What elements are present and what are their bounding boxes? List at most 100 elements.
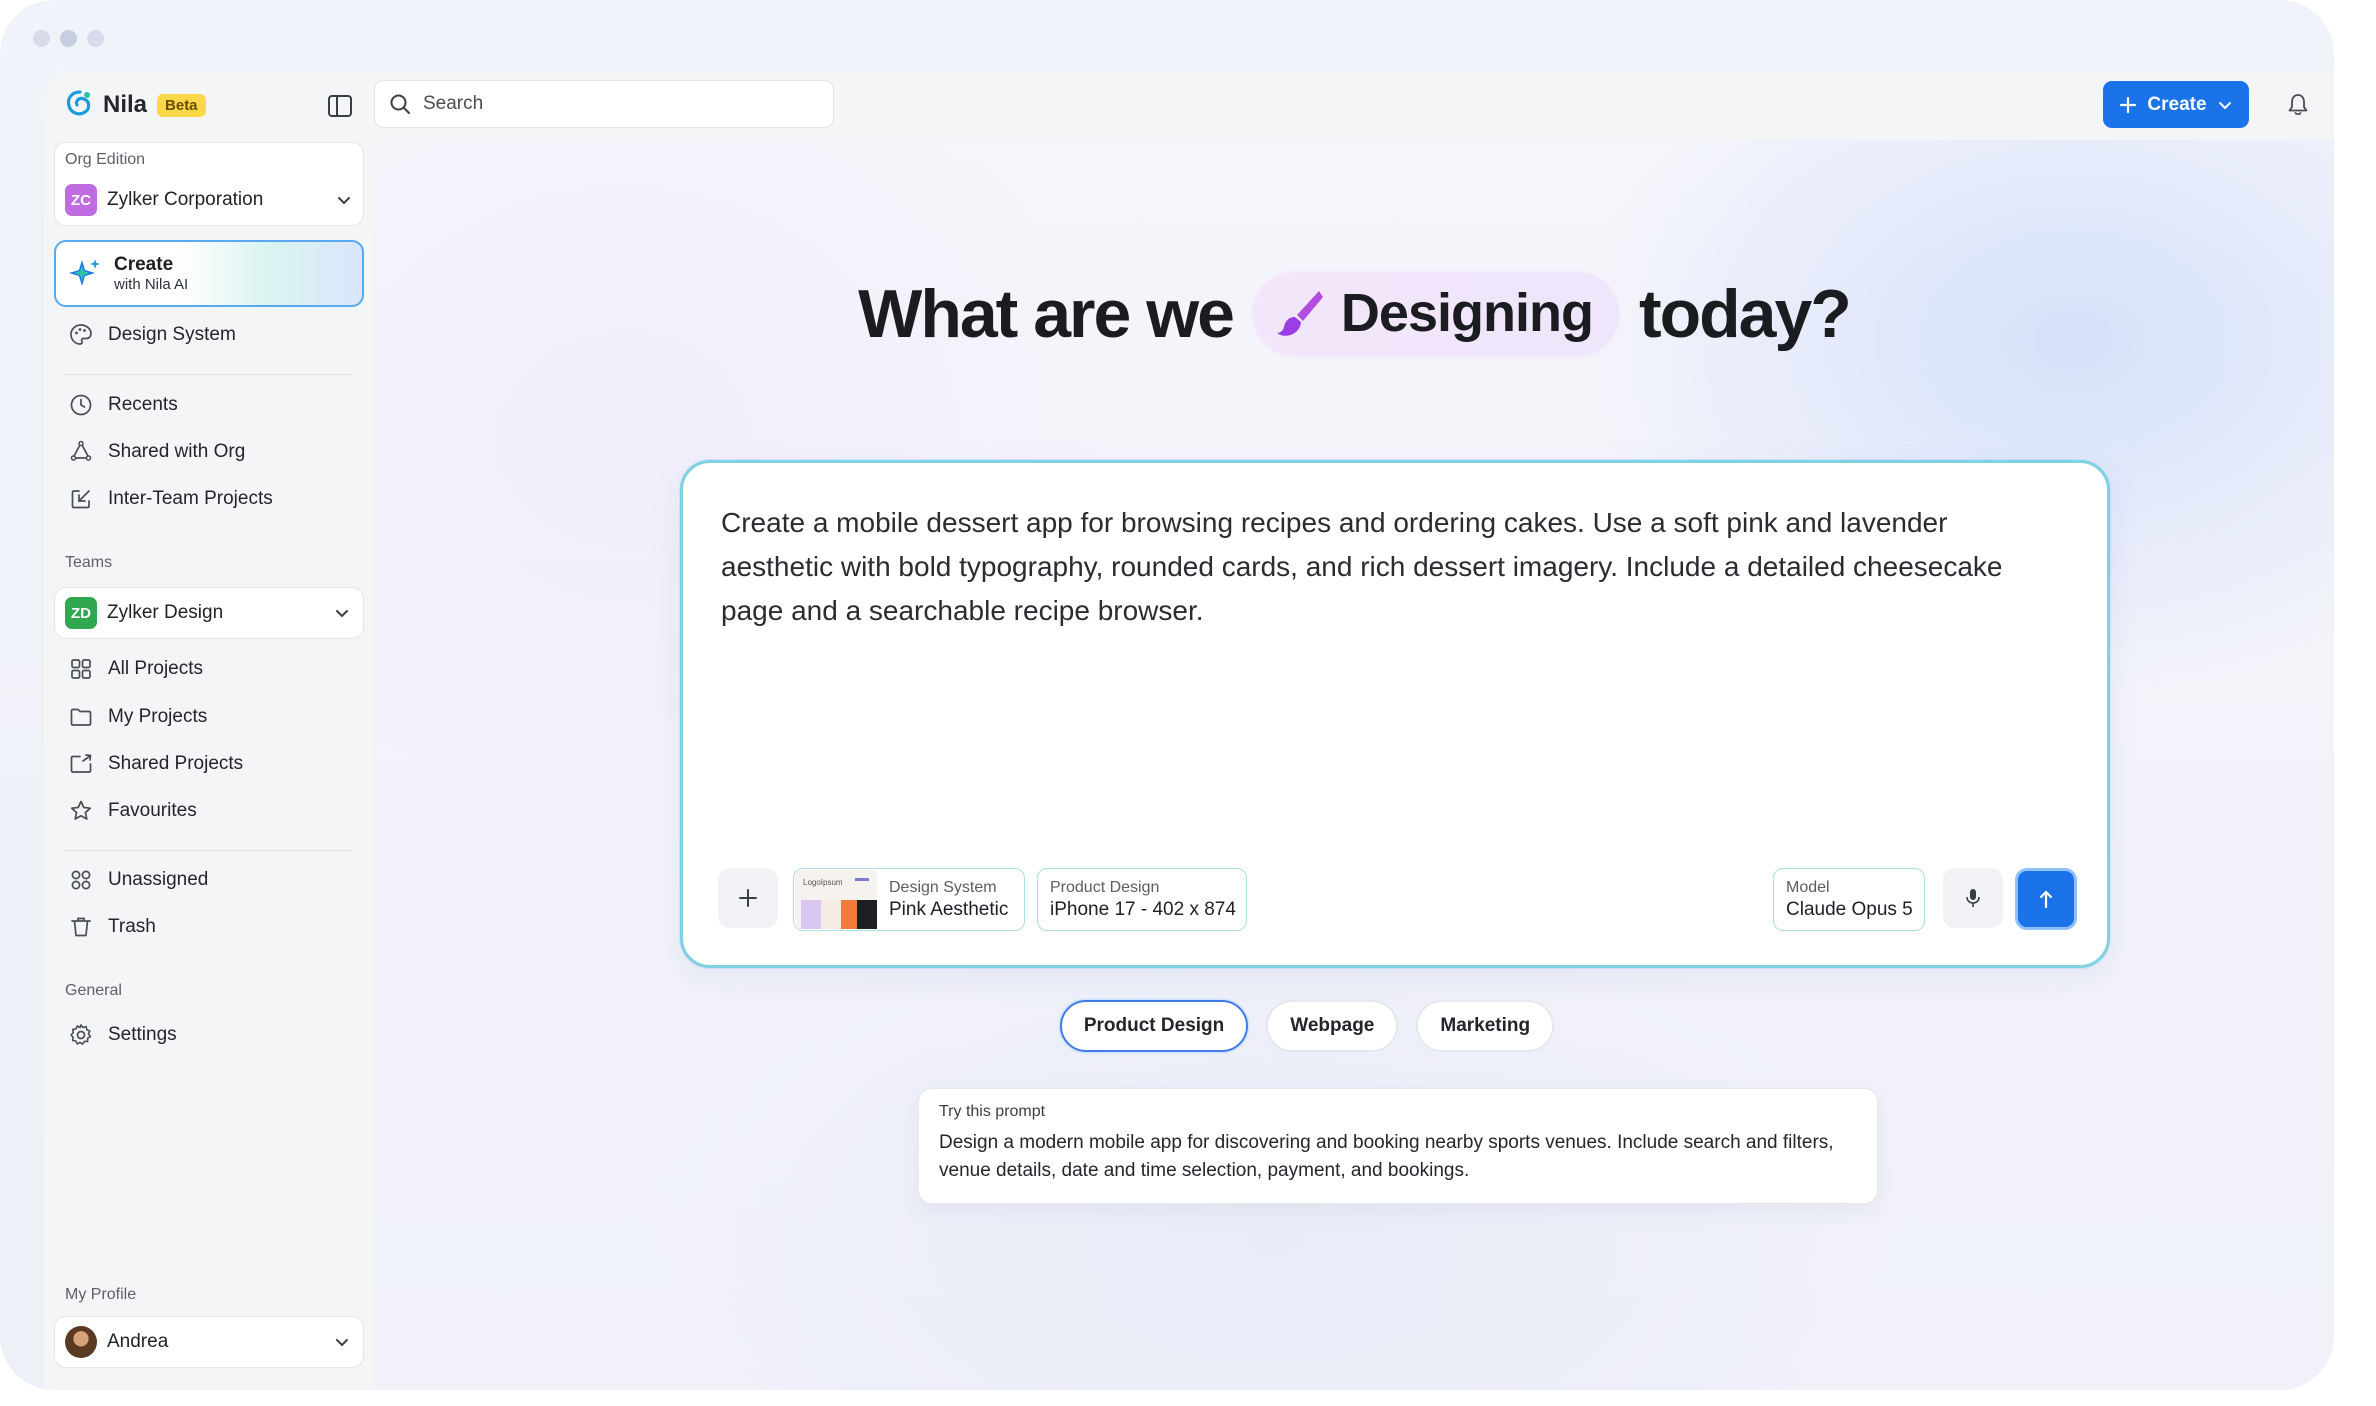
add-attachment-button[interactable]: [718, 868, 778, 928]
prompt-composer[interactable]: Create a mobile dessert app for browsing…: [680, 460, 2110, 968]
sidebar-item-unassigned[interactable]: Unassigned: [54, 859, 364, 901]
tab-product-design[interactable]: Product Design: [1059, 1000, 1249, 1052]
paintbrush-icon: [1276, 291, 1323, 336]
design-system-chip[interactable]: LogoIpsum Design System Pink Aesthetic: [793, 868, 1025, 931]
model-selector-chip[interactable]: Model Claude Opus 5: [1773, 868, 1925, 931]
brand-name: Nila: [103, 91, 148, 118]
window-controls: [33, 30, 104, 47]
try-prompt-text: Design a modern mobile app for discoveri…: [939, 1132, 1834, 1181]
search-input[interactable]: Search: [374, 80, 834, 128]
window-minimize-dot[interactable]: [60, 30, 77, 47]
window-zoom-dot[interactable]: [87, 30, 104, 47]
sidebar-item-recents[interactable]: Recents: [54, 384, 364, 426]
profile-selector[interactable]: Andrea: [54, 1316, 364, 1368]
org-selector[interactable]: ZC Zylker Corporation: [65, 183, 353, 217]
create-ai-subtitle: with Nila AI: [114, 276, 189, 293]
chip-label: Product Design: [1050, 878, 1160, 896]
sidebar: Org Edition ZC Zylker Corporation Create…: [44, 140, 372, 1390]
sidebar-item-inter-team-projects[interactable]: Inter-Team Projects: [54, 478, 364, 520]
project-type-tabs: Product Design Webpage Marketing: [374, 1000, 2334, 1052]
tab-marketing[interactable]: Marketing: [1416, 1000, 1555, 1052]
plus-icon: [739, 889, 757, 907]
try-prompt-card[interactable]: Try this prompt Design a modern mobile a…: [918, 1088, 1878, 1204]
sidebar-divider: [64, 850, 354, 851]
profile-section-label: My Profile: [65, 1286, 137, 1303]
sidebar-item-label: All Projects: [108, 658, 204, 679]
headline-suffix: today?: [1638, 276, 1852, 352]
chip-value: iPhone 17 - 402 x 874: [1050, 898, 1236, 920]
headline-pill: Designing: [1250, 270, 1621, 358]
plus-icon: [2120, 96, 2137, 113]
create-button[interactable]: Create: [2103, 81, 2249, 128]
main-canvas: What are we Designing today? Create a mo…: [374, 140, 2334, 1390]
window-close-dot[interactable]: [33, 30, 50, 47]
org-avatar: ZC: [65, 184, 97, 216]
sidebar-item-my-projects[interactable]: My Projects: [54, 696, 364, 738]
sidebar-item-label: Settings: [108, 1024, 177, 1045]
sidebar-item-shared-projects[interactable]: Shared Projects: [54, 743, 364, 785]
page-title: What are we Designing today?: [374, 270, 2334, 358]
sidebar-item-label: Unassigned: [108, 869, 209, 890]
sidebar-item-shared-with-org[interactable]: Shared with Org: [54, 431, 364, 473]
headline-prefix: What are we: [858, 276, 1235, 352]
search-icon: [390, 94, 410, 114]
try-prompt-label: Try this prompt: [939, 1103, 1046, 1120]
general-section-label: General: [65, 982, 122, 999]
sidebar-item-label: Shared with Org: [108, 441, 246, 462]
org-switcher[interactable]: Org Edition ZC Zylker Corporation: [54, 142, 364, 226]
chevron-down-icon: [336, 1339, 348, 1347]
chip-label: Design System: [889, 878, 997, 896]
app-shell: Nila Beta Search Create Org Edition ZC Z…: [44, 70, 2334, 1390]
sidebar-item-label: Trash: [108, 916, 156, 937]
chip-value: Pink Aesthetic: [889, 898, 1009, 920]
headline-pill-label: Designing: [1340, 283, 1594, 343]
microphone-button[interactable]: [1943, 868, 2003, 928]
search-placeholder: Search: [423, 93, 484, 114]
sidebar-item-design-system[interactable]: Design System: [54, 314, 364, 356]
arrow-in-box-icon: [71, 490, 90, 509]
sidebar-item-favourites[interactable]: Favourites: [54, 790, 364, 832]
create-button-label: Create: [2147, 93, 2207, 115]
notifications-bell-icon[interactable]: [2284, 91, 2312, 119]
prompt-textarea[interactable]: Create a mobile dessert app for browsing…: [721, 501, 2061, 633]
team-name: Zylker Design: [107, 602, 224, 623]
create-ai-title: Create: [114, 254, 174, 275]
team-avatar: ZD: [65, 597, 97, 629]
trash-icon: [71, 917, 91, 937]
sidebar-item-label: Favourites: [108, 800, 197, 821]
sidebar-item-label: Design System: [108, 324, 236, 345]
gear-icon: [70, 1024, 92, 1045]
unassigned-grid-icon: [71, 870, 91, 890]
folder-icon: [70, 708, 92, 726]
app-window: Nila Beta Search Create Org Edition ZC Z…: [0, 0, 2334, 1390]
sidebar-item-settings[interactable]: Settings: [54, 1014, 364, 1056]
create-with-ai-button[interactable]: Create with Nila AI: [54, 240, 364, 307]
sparkle-icon: [69, 258, 100, 286]
sidebar-item-label: My Projects: [108, 706, 208, 727]
brand-logo[interactable]: Nila Beta: [63, 88, 206, 122]
sidebar-item-label: Inter-Team Projects: [108, 488, 273, 509]
nila-logo-icon: [66, 90, 91, 116]
chevron-down-icon: [2218, 101, 2231, 109]
microphone-icon: [1966, 889, 1980, 907]
star-icon: [70, 800, 92, 820]
chevron-down-icon: [336, 610, 348, 618]
arrow-up-icon: [2039, 890, 2053, 909]
sidebar-toggle-icon[interactable]: [326, 92, 354, 120]
send-button[interactable]: [2015, 868, 2077, 930]
sidebar-item-trash[interactable]: Trash: [54, 906, 364, 948]
sidebar-item-label: Shared Projects: [108, 753, 244, 774]
sidebar-item-label: Recents: [108, 394, 178, 415]
chip-label: Model: [1786, 878, 1830, 896]
grid-icon: [71, 659, 91, 679]
palette-icon: [70, 324, 92, 345]
clock-icon: [70, 394, 92, 416]
chevron-down-icon: [338, 197, 350, 205]
team-selector[interactable]: ZD Zylker Design: [54, 587, 364, 639]
org-name: Zylker Corporation: [107, 189, 264, 210]
tab-webpage[interactable]: Webpage: [1266, 1000, 1399, 1052]
product-design-chip[interactable]: Product Design iPhone 17 - 402 x 874: [1037, 868, 1247, 931]
teams-section-label: Teams: [65, 554, 113, 571]
sidebar-item-all-projects[interactable]: All Projects: [54, 648, 364, 690]
shared-folder-icon: [70, 754, 92, 773]
